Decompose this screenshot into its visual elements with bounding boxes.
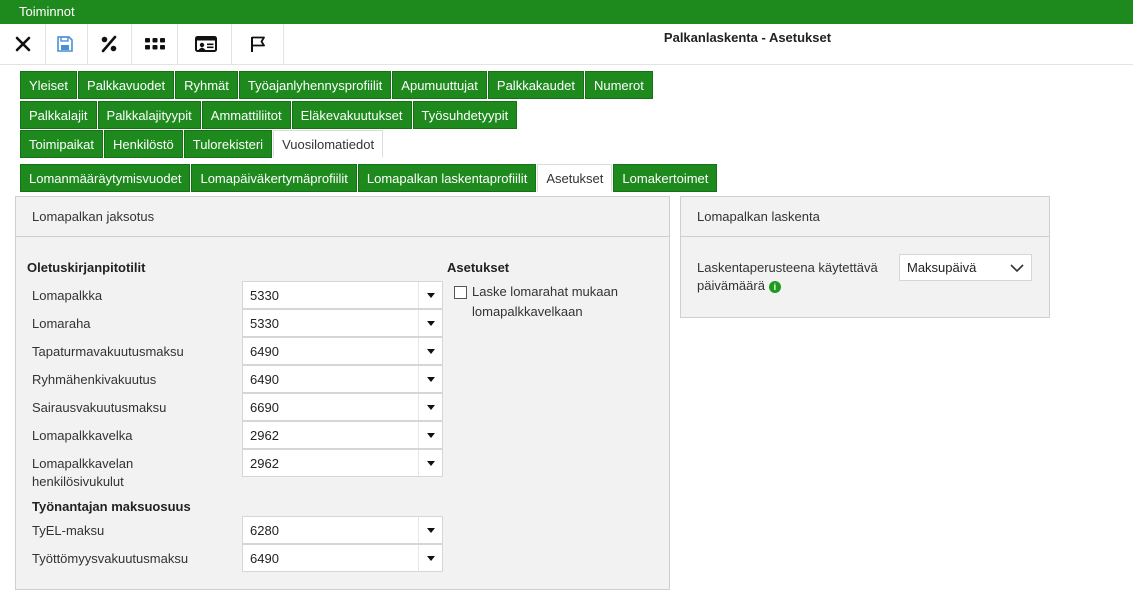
account-select-ryhmahenkivakuutus[interactable]: 6490 (242, 365, 443, 393)
tab-elakevakuutukset[interactable]: Eläkevakuutukset (291, 101, 412, 129)
tab-row-4: Lomanmääräytymisvuodet Lomapäiväkertymäp… (20, 164, 718, 192)
chevron-down-icon[interactable] (418, 422, 442, 448)
select-value: 6490 (250, 371, 279, 387)
tab-palkkalajit[interactable]: Palkkalajit (20, 101, 97, 129)
calc-date-select-value: Maksupäivä (907, 260, 977, 275)
tab-henkilosto[interactable]: Henkilöstö (104, 130, 183, 158)
tab-ammattiliitot[interactable]: Ammattiliitot (201, 101, 291, 129)
account-select-tyottomyysvakuutusmaksu[interactable]: 6490 (242, 544, 443, 572)
employer-heading: Työnantajan maksuosuus (32, 499, 191, 514)
row-label-lomaraha: Lomaraha (32, 316, 91, 331)
close-icon (15, 36, 30, 52)
tab-palkkakaudet[interactable]: Palkkakaudet (487, 71, 584, 99)
save-button[interactable] (42, 24, 88, 64)
select-value: 2962 (250, 455, 279, 471)
row-label-ryhmahenkivakuutus: Ryhmähenkivakuutus (32, 372, 157, 387)
id-card-button[interactable] (180, 24, 232, 64)
account-select-tyel-maksu[interactable]: 6280 (242, 516, 443, 544)
chevron-down-icon[interactable] (418, 545, 442, 571)
tab-toimipaikat[interactable]: Toimipaikat (20, 130, 104, 158)
chevron-down-icon[interactable] (1005, 261, 1029, 275)
account-select-sairausvakuutusmaksu[interactable]: 6690 (242, 393, 443, 421)
chevron-down-icon[interactable] (418, 394, 442, 420)
chevron-down-icon[interactable] (418, 282, 442, 308)
account-select-lomapalkkavelan-henkilosivukulut[interactable]: 2962 (242, 449, 443, 477)
tab-ryhmat[interactable]: Ryhmät (175, 71, 238, 99)
right-panel-title: Lomapalkan laskenta (681, 197, 1049, 237)
calc-date-label: Laskentaperusteena käytettävä päivämäärä… (697, 259, 892, 295)
chevron-down-icon[interactable] (418, 338, 442, 364)
chevron-down-icon[interactable] (418, 310, 442, 336)
holiday-bonus-checkbox[interactable] (454, 286, 467, 299)
select-value: 6490 (250, 343, 279, 359)
tab-palkkavuodet[interactable]: Palkkavuodet (78, 71, 175, 99)
row-label-tyel-maksu: TyEL-maksu (32, 523, 105, 538)
tab-lomapaivakertymaprofiilit[interactable]: Lomapäiväkertymäprofiilit (191, 164, 357, 192)
row-label-lomapalkkavelan-henkilosivukulut: Lomapalkkavelan henkilösivukulut (32, 456, 134, 489)
calc-date-label-text: Laskentaperusteena käytettävä päivämäärä (697, 260, 878, 293)
info-icon[interactable]: i (768, 280, 781, 293)
chevron-down-icon[interactable] (418, 366, 442, 392)
row-label-sairausvakuutusmaksu: Sairausvakuutusmaksu (32, 400, 167, 415)
tab-asetukset[interactable]: Asetukset (537, 164, 613, 192)
tab-yleiset[interactable]: Yleiset (20, 71, 78, 99)
account-select-lomapalkka[interactable]: 5330 (242, 281, 443, 309)
account-select-lomapalkkavelka[interactable]: 2962 (242, 421, 443, 449)
save-icon (56, 36, 73, 52)
flag-button[interactable] (232, 24, 284, 64)
menu-label[interactable]: Toiminnot (19, 4, 75, 19)
id-card-icon (194, 36, 217, 52)
select-value: 5330 (250, 315, 279, 331)
chevron-down-icon[interactable] (418, 517, 442, 543)
close-button[interactable] (0, 24, 46, 64)
right-panel: Lomapalkan laskenta Laskentaperusteena k… (680, 196, 1050, 318)
tab-row-1: Yleiset Palkkavuodet Ryhmät Työajanlyhen… (20, 71, 654, 99)
tab-lomakertoimet[interactable]: Lomakertoimet (613, 164, 718, 192)
percent-icon (101, 35, 116, 53)
row-label-lomapalkkavelka: Lomapalkkavelka (32, 428, 133, 443)
holiday-bonus-checkbox-label[interactable]: Laske lomarahat mukaan lomapalkkavelkaan (472, 282, 652, 322)
tab-vuosilomatiedot[interactable]: Vuosilomatiedot (273, 130, 384, 158)
tab-tyosuhdetyypit[interactable]: Työsuhdetyypit (412, 101, 518, 129)
tab-row-2: Palkkalajit Palkkalajityypit Ammattiliit… (20, 101, 518, 129)
left-panel: Lomapalkan jaksotus Oletuskirjanpitotili… (15, 196, 670, 590)
tab-row-3: Toimipaikat Henkilöstö Tulorekisteri Vuo… (20, 130, 384, 158)
account-select-lomaraha[interactable]: 5330 (242, 309, 443, 337)
default-accounts-heading: Oletuskirjanpitotilit (27, 260, 146, 275)
toolbar: Palkanlaskenta - Asetukset (0, 24, 1133, 65)
account-select-tapaturmavakuutusmaksu[interactable]: 6490 (242, 337, 443, 365)
select-value: 6280 (250, 522, 279, 538)
grid-dots-icon (144, 38, 165, 50)
apps-button[interactable] (132, 24, 178, 64)
top-menu-bar: Toiminnot (0, 0, 1133, 24)
row-label-lomapalkka: Lomapalkka (32, 288, 103, 303)
tab-tyoajanlyhennysprofiilit[interactable]: Työajanlyhennysprofiilit (238, 71, 392, 99)
calc-date-select[interactable]: Maksupäivä (899, 254, 1032, 281)
tab-lomanmaaraytymisvuodet[interactable]: Lomanmääräytymisvuodet (20, 164, 191, 192)
tab-lomapalkan-laskentaprofiilit[interactable]: Lomapalkan laskentaprofiilit (357, 164, 537, 192)
flag-icon (250, 36, 265, 52)
select-value: 6490 (250, 550, 279, 566)
settings-heading: Asetukset (447, 260, 510, 275)
row-label-tyottomyysvakuutusmaksu: Työttömyysvakuutusmaksu (32, 551, 189, 566)
tab-tulorekisteri[interactable]: Tulorekisteri (183, 130, 273, 158)
select-value: 6690 (250, 399, 279, 415)
chevron-down-icon[interactable] (418, 450, 442, 476)
tab-palkkalajityypit[interactable]: Palkkalajityypit (97, 101, 201, 129)
tab-numerot[interactable]: Numerot (584, 71, 653, 99)
row-label-tapaturmavakuutusmaksu: Tapaturmavakuutusmaksu (32, 344, 184, 359)
page-title: Palkanlaskenta - Asetukset (663, 30, 832, 45)
left-panel-title: Lomapalkan jaksotus (16, 197, 669, 237)
select-value: 2962 (250, 427, 279, 443)
tab-apumuuttujat[interactable]: Apumuuttujat (392, 71, 487, 99)
select-value: 5330 (250, 287, 279, 303)
percent-button[interactable] (86, 24, 132, 64)
